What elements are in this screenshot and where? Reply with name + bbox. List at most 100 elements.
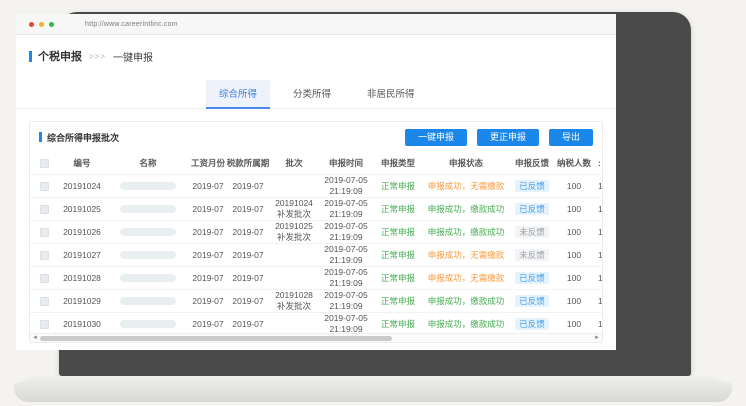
row-checkbox[interactable]: [40, 205, 49, 214]
cell-salary-month: 2019-07: [190, 181, 226, 192]
traffic-light-close-icon[interactable]: [29, 22, 34, 27]
row-checkbox-cell: [30, 205, 58, 214]
time-clock: 21:19:09: [318, 186, 374, 197]
row-checkbox[interactable]: [40, 182, 49, 191]
tab-comprehensive-income[interactable]: 综合所得: [206, 80, 270, 109]
row-checkbox[interactable]: [40, 320, 49, 329]
one-click-declare-button[interactable]: 一键申报: [405, 129, 467, 146]
select-all-checkbox[interactable]: [40, 159, 49, 168]
cell-taxpayer-count: 100: [554, 181, 594, 192]
title-accent-bar: [29, 51, 32, 62]
cell-declare-time: 2019-07-0521:19:09: [318, 198, 374, 219]
declare-type-badge: 正常申报: [374, 296, 422, 307]
cell-feedback: 已反馈: [510, 295, 554, 308]
cell-batch: 20191025补发批次: [270, 221, 318, 242]
row-checkbox-cell: [30, 251, 58, 260]
batch-number: 20191024: [270, 198, 318, 209]
scrollbar-thumb[interactable]: [40, 336, 392, 341]
col-header-taxpayer-count: 纳税人数: [554, 158, 594, 169]
page-title: 个税申报: [38, 48, 82, 64]
cell-declare-status: 申报成功，缴款成功: [422, 204, 510, 215]
traffic-light-zoom-icon[interactable]: [49, 22, 54, 27]
export-button[interactable]: 导出: [549, 129, 593, 146]
cell-taxpayer-count: 100: [554, 319, 594, 330]
cell-declare-status: 申报成功，缴款成功: [422, 319, 510, 330]
row-checkbox-cell: [30, 320, 58, 329]
breadcrumb: 个税申报 >>> 一键申报: [29, 48, 616, 64]
row-checkbox[interactable]: [40, 228, 49, 237]
cell-clipped-value: 11: [594, 296, 602, 307]
cell-id: 20191025: [58, 204, 106, 215]
cell-clipped-value: 11: [594, 227, 602, 238]
row-checkbox[interactable]: [40, 297, 49, 306]
correct-declare-button[interactable]: 更正申报: [477, 129, 539, 146]
cell-batch: 20191024补发批次: [270, 198, 318, 219]
cell-name: [106, 320, 190, 328]
browser-chrome: http://www.careerintlinc.com: [16, 14, 616, 35]
cell-salary-month: 2019-07: [190, 296, 226, 307]
table-header-row: 编号 名称 工资月份 税款所属期 批次 申报时间 申报类型 申报状态 申报反馈 …: [30, 152, 602, 174]
col-header-tax-period: 税款所属期: [226, 158, 270, 169]
batch-table: 编号 名称 工资月份 税款所属期 批次 申报时间 申报类型 申报状态 申报反馈 …: [30, 152, 602, 335]
feedback-badge: 已反馈: [515, 318, 549, 331]
cell-salary-month: 2019-07: [190, 204, 226, 215]
tab-nonresident-income[interactable]: 非居民所得: [354, 80, 428, 109]
cell-feedback: 未反馈: [510, 226, 554, 239]
cell-tax-period: 2019-07: [226, 319, 270, 330]
col-header-declare-time: 申报时间: [318, 158, 374, 169]
name-redacted-pill: [120, 251, 176, 259]
name-redacted-pill: [120, 297, 176, 305]
feedback-badge: 已反馈: [515, 295, 549, 308]
laptop-screen: http://www.careerintlinc.com 个税申报 >>> 一键…: [16, 14, 616, 350]
col-header-salary-month: 工资月份: [190, 158, 226, 169]
cell-taxpayer-count: 100: [554, 227, 594, 238]
col-header-name: 名称: [106, 158, 190, 169]
cell-name: [106, 297, 190, 305]
scroll-right-arrow-icon[interactable]: ►: [594, 335, 600, 341]
cell-feedback: 已反馈: [510, 272, 554, 285]
col-header-clipped: :: [594, 158, 602, 169]
declare-type-badge: 正常申报: [374, 181, 422, 192]
time-clock: 21:19:09: [318, 301, 374, 312]
cell-clipped-value: 11: [594, 273, 602, 284]
time-date: 2019-07-05: [318, 175, 374, 186]
cell-id: 20191024: [58, 181, 106, 192]
declare-type-badge: 正常申报: [374, 227, 422, 238]
cell-clipped-value: 11: [594, 250, 602, 261]
cell-tax-period: 2019-07: [226, 250, 270, 261]
batch-number: 20191025: [270, 221, 318, 232]
name-redacted-pill: [120, 182, 176, 190]
col-header-batch: 批次: [270, 158, 318, 169]
cell-name: [106, 182, 190, 190]
row-checkbox[interactable]: [40, 251, 49, 260]
cell-feedback: 未反馈: [510, 249, 554, 262]
cell-taxpayer-count: 100: [554, 273, 594, 284]
time-date: 2019-07-05: [318, 244, 374, 255]
scroll-left-arrow-icon[interactable]: ◄: [32, 335, 38, 341]
address-bar-url[interactable]: http://www.careerintlinc.com: [85, 21, 178, 28]
time-clock: 21:19:09: [318, 232, 374, 243]
table-row: 201910282019-072019-072019-07-0521:19:09…: [30, 266, 602, 289]
horizontal-scrollbar[interactable]: ◄ ►: [30, 333, 602, 342]
time-date: 2019-07-05: [318, 198, 374, 209]
tab-classified-income[interactable]: 分类所得: [280, 80, 344, 109]
select-all-cell: [30, 159, 58, 168]
time-date: 2019-07-05: [318, 313, 374, 324]
row-checkbox[interactable]: [40, 274, 49, 283]
cell-declare-time: 2019-07-0521:19:09: [318, 244, 374, 265]
traffic-light-minimize-icon[interactable]: [39, 22, 44, 27]
cell-id: 20191028: [58, 273, 106, 284]
name-redacted-pill: [120, 205, 176, 213]
cell-tax-period: 2019-07: [226, 181, 270, 192]
cell-salary-month: 2019-07: [190, 227, 226, 238]
panel-title: 综合所得申报批次: [47, 131, 395, 144]
panel-header: 综合所得申报批次 一键申报 更正申报 导出: [30, 122, 602, 152]
time-clock: 21:19:09: [318, 255, 374, 266]
row-checkbox-cell: [30, 182, 58, 191]
time-clock: 21:19:09: [318, 209, 374, 220]
laptop-base: [14, 376, 732, 402]
cell-declare-status: 申报成功，无需缴款: [422, 250, 510, 261]
col-header-feedback: 申报反馈: [510, 158, 554, 169]
time-date: 2019-07-05: [318, 221, 374, 232]
feedback-badge: 已反馈: [515, 203, 549, 216]
